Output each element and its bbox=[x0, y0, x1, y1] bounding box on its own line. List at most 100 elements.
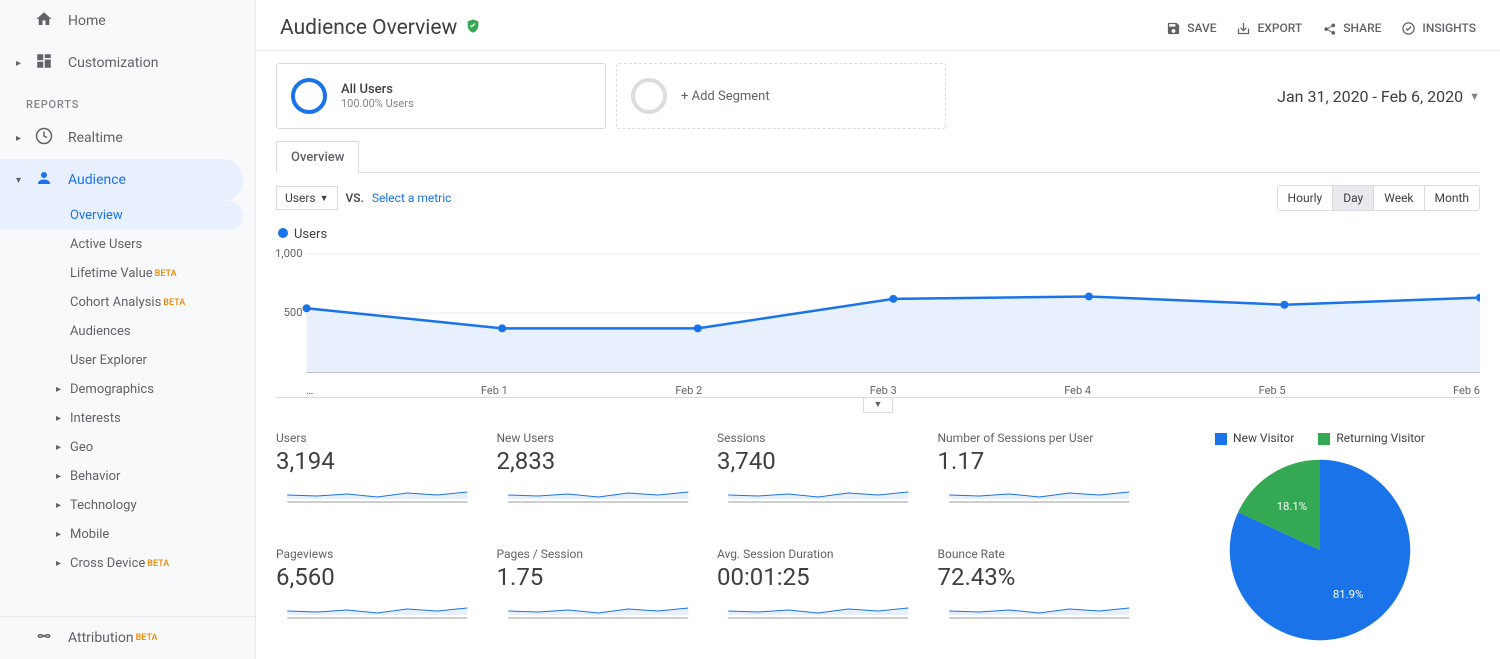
sidebar-sub-label: Geo bbox=[70, 440, 93, 455]
chevron-down-icon: ▼ bbox=[320, 193, 329, 204]
chart-legend: Users bbox=[276, 223, 1480, 248]
metric-card[interactable]: Users 3,194 bbox=[276, 431, 479, 529]
sidebar-sub-item[interactable]: ▸Geo bbox=[0, 433, 255, 462]
chevron-down-icon: ▼ bbox=[1469, 90, 1480, 103]
metric-value: 1.75 bbox=[497, 563, 700, 591]
svg-text:500: 500 bbox=[284, 306, 303, 319]
tab-overview[interactable]: Overview bbox=[276, 141, 359, 173]
metric-card[interactable]: New Users2,833 bbox=[497, 431, 700, 529]
sidebar-item-realtime[interactable]: ▸ Realtime bbox=[0, 117, 255, 159]
pie-chart: 81.9% 18.1% bbox=[1225, 455, 1415, 645]
segment-circle-icon bbox=[291, 78, 327, 114]
select-metric-link[interactable]: Select a metric bbox=[372, 191, 452, 205]
legend-square-icon bbox=[1318, 433, 1330, 445]
page-title: Audience Overview bbox=[280, 16, 457, 40]
metric-card[interactable]: Number of Sessions per User1.17 bbox=[938, 431, 1141, 529]
metric-card[interactable]: Bounce Rate 72.43% bbox=[938, 547, 1141, 645]
export-button[interactable]: EXPORT bbox=[1236, 21, 1302, 36]
sidebar-item-audience[interactable]: ▾ Audience bbox=[0, 159, 243, 201]
sidebar-sub-label: Active Users bbox=[70, 237, 142, 252]
sidebar-item-home[interactable]: Home bbox=[0, 0, 255, 42]
sidebar-sub-label: Cross Device bbox=[70, 556, 145, 571]
metric-label: Bounce Rate bbox=[938, 547, 1141, 561]
sparkline bbox=[497, 477, 700, 503]
time-hourly-button[interactable]: Hourly bbox=[1278, 186, 1333, 210]
metric-label: Pageviews bbox=[276, 547, 479, 561]
metric-value: 00:01:25 bbox=[717, 563, 920, 591]
caret-icon: ▸ bbox=[56, 500, 70, 511]
share-button[interactable]: SHARE bbox=[1322, 21, 1381, 36]
metric-card[interactable]: Sessions3,740 bbox=[717, 431, 920, 529]
metric-card[interactable]: Pages / Session1.75 bbox=[497, 547, 700, 645]
time-week-button[interactable]: Week bbox=[1373, 186, 1423, 210]
svg-text:81.9%: 81.9% bbox=[1333, 587, 1364, 601]
caret-icon: ▸ bbox=[56, 442, 70, 453]
attribution-icon bbox=[32, 627, 56, 649]
time-granularity-toggle: Hourly Day Week Month bbox=[1277, 185, 1480, 211]
collapse-chart-button[interactable]: ▼ bbox=[863, 397, 893, 413]
caret-icon: ▸ bbox=[56, 413, 70, 424]
sparkline bbox=[938, 477, 1141, 503]
beta-badge: BETA bbox=[155, 269, 177, 279]
sidebar-item-label: Audience bbox=[68, 172, 126, 188]
add-segment-button[interactable]: + Add Segment bbox=[616, 63, 946, 129]
sidebar-sub-item[interactable]: ▸Technology bbox=[0, 491, 255, 520]
main-content: Audience Overview SAVE EXPORT SHARE INSI… bbox=[256, 0, 1500, 659]
sidebar-sub-label: Behavior bbox=[70, 469, 120, 484]
sparkline bbox=[717, 477, 920, 503]
tabs: Overview bbox=[276, 141, 1480, 173]
metric-card[interactable]: Avg. Session Duration 00:01:25 bbox=[717, 547, 920, 645]
segment-all-users[interactable]: All Users 100.00% Users bbox=[276, 63, 606, 129]
shield-check-icon bbox=[465, 18, 481, 38]
vs-label: VS. bbox=[346, 191, 364, 205]
sparkline bbox=[276, 593, 479, 619]
metric-value: 72.43% bbox=[938, 563, 1141, 591]
sparkline bbox=[938, 593, 1141, 619]
metric-dropdown[interactable]: Users▼ bbox=[276, 186, 338, 210]
sidebar-sub-item[interactable]: ▸Demographics bbox=[0, 375, 255, 404]
pie-legend: New VisitorReturning Visitor bbox=[1160, 431, 1480, 445]
sidebar-item-customization[interactable]: ▸ Customization bbox=[0, 42, 255, 84]
time-day-button[interactable]: Day bbox=[1332, 186, 1373, 210]
clock-icon bbox=[32, 127, 56, 149]
sidebar-sub-item[interactable]: Cohort AnalysisBETA bbox=[0, 288, 255, 317]
time-month-button[interactable]: Month bbox=[1424, 186, 1479, 210]
metric-value: 3,740 bbox=[717, 447, 920, 475]
sidebar-item-label: Customization bbox=[68, 55, 158, 71]
svg-text:18.1%: 18.1% bbox=[1277, 499, 1308, 513]
metric-label: Avg. Session Duration bbox=[717, 547, 920, 561]
metric-card[interactable]: Pageviews 6,560 bbox=[276, 547, 479, 645]
caret-down-icon: ▾ bbox=[16, 175, 26, 186]
metric-value: 3,194 bbox=[276, 447, 479, 475]
metric-value: 6,560 bbox=[276, 563, 479, 591]
save-button[interactable]: SAVE bbox=[1166, 21, 1216, 36]
sidebar-sub-item[interactable]: Active Users bbox=[0, 230, 255, 259]
sidebar-sub-item[interactable]: Audiences bbox=[0, 317, 255, 346]
sidebar-sub-item[interactable]: ▸Behavior bbox=[0, 462, 255, 491]
metric-value: 1.17 bbox=[938, 447, 1141, 475]
sidebar-sub-item[interactable]: Lifetime ValueBETA bbox=[0, 259, 255, 288]
sidebar-sub-item[interactable]: ▸Interests bbox=[0, 404, 255, 433]
sidebar-sub-item[interactable]: ▸Mobile bbox=[0, 520, 255, 549]
sidebar-sub-label: Technology bbox=[70, 498, 137, 513]
legend-square-icon bbox=[1215, 433, 1227, 445]
person-icon bbox=[32, 169, 56, 191]
segment-circle-icon bbox=[631, 78, 667, 114]
metric-label: Users bbox=[276, 431, 479, 445]
sidebar-item-label: Realtime bbox=[68, 130, 123, 146]
date-range-picker[interactable]: Jan 31, 2020 - Feb 6, 2020 ▼ bbox=[1277, 87, 1480, 106]
sidebar-sub-item[interactable]: Overview bbox=[0, 201, 243, 230]
beta-badge: BETA bbox=[163, 298, 185, 308]
sidebar-sub-label: Interests bbox=[70, 411, 121, 426]
insights-button[interactable]: INSIGHTS bbox=[1401, 21, 1476, 36]
beta-badge: BETA bbox=[147, 559, 169, 569]
sidebar-sub-label: Audiences bbox=[70, 324, 131, 339]
sidebar-item-attribution[interactable]: Attribution BETA bbox=[0, 617, 255, 659]
sidebar-sub-label: Overview bbox=[70, 208, 123, 223]
caret-icon: ▸ bbox=[56, 558, 70, 569]
caret-icon: ▸ bbox=[16, 133, 26, 144]
sidebar-sub-item[interactable]: ▸Cross DeviceBETA bbox=[0, 549, 255, 578]
sidebar-sub-item[interactable]: User Explorer bbox=[0, 346, 255, 375]
sidebar-item-label: Home bbox=[68, 13, 106, 29]
sidebar-sub-label: Demographics bbox=[70, 382, 154, 397]
